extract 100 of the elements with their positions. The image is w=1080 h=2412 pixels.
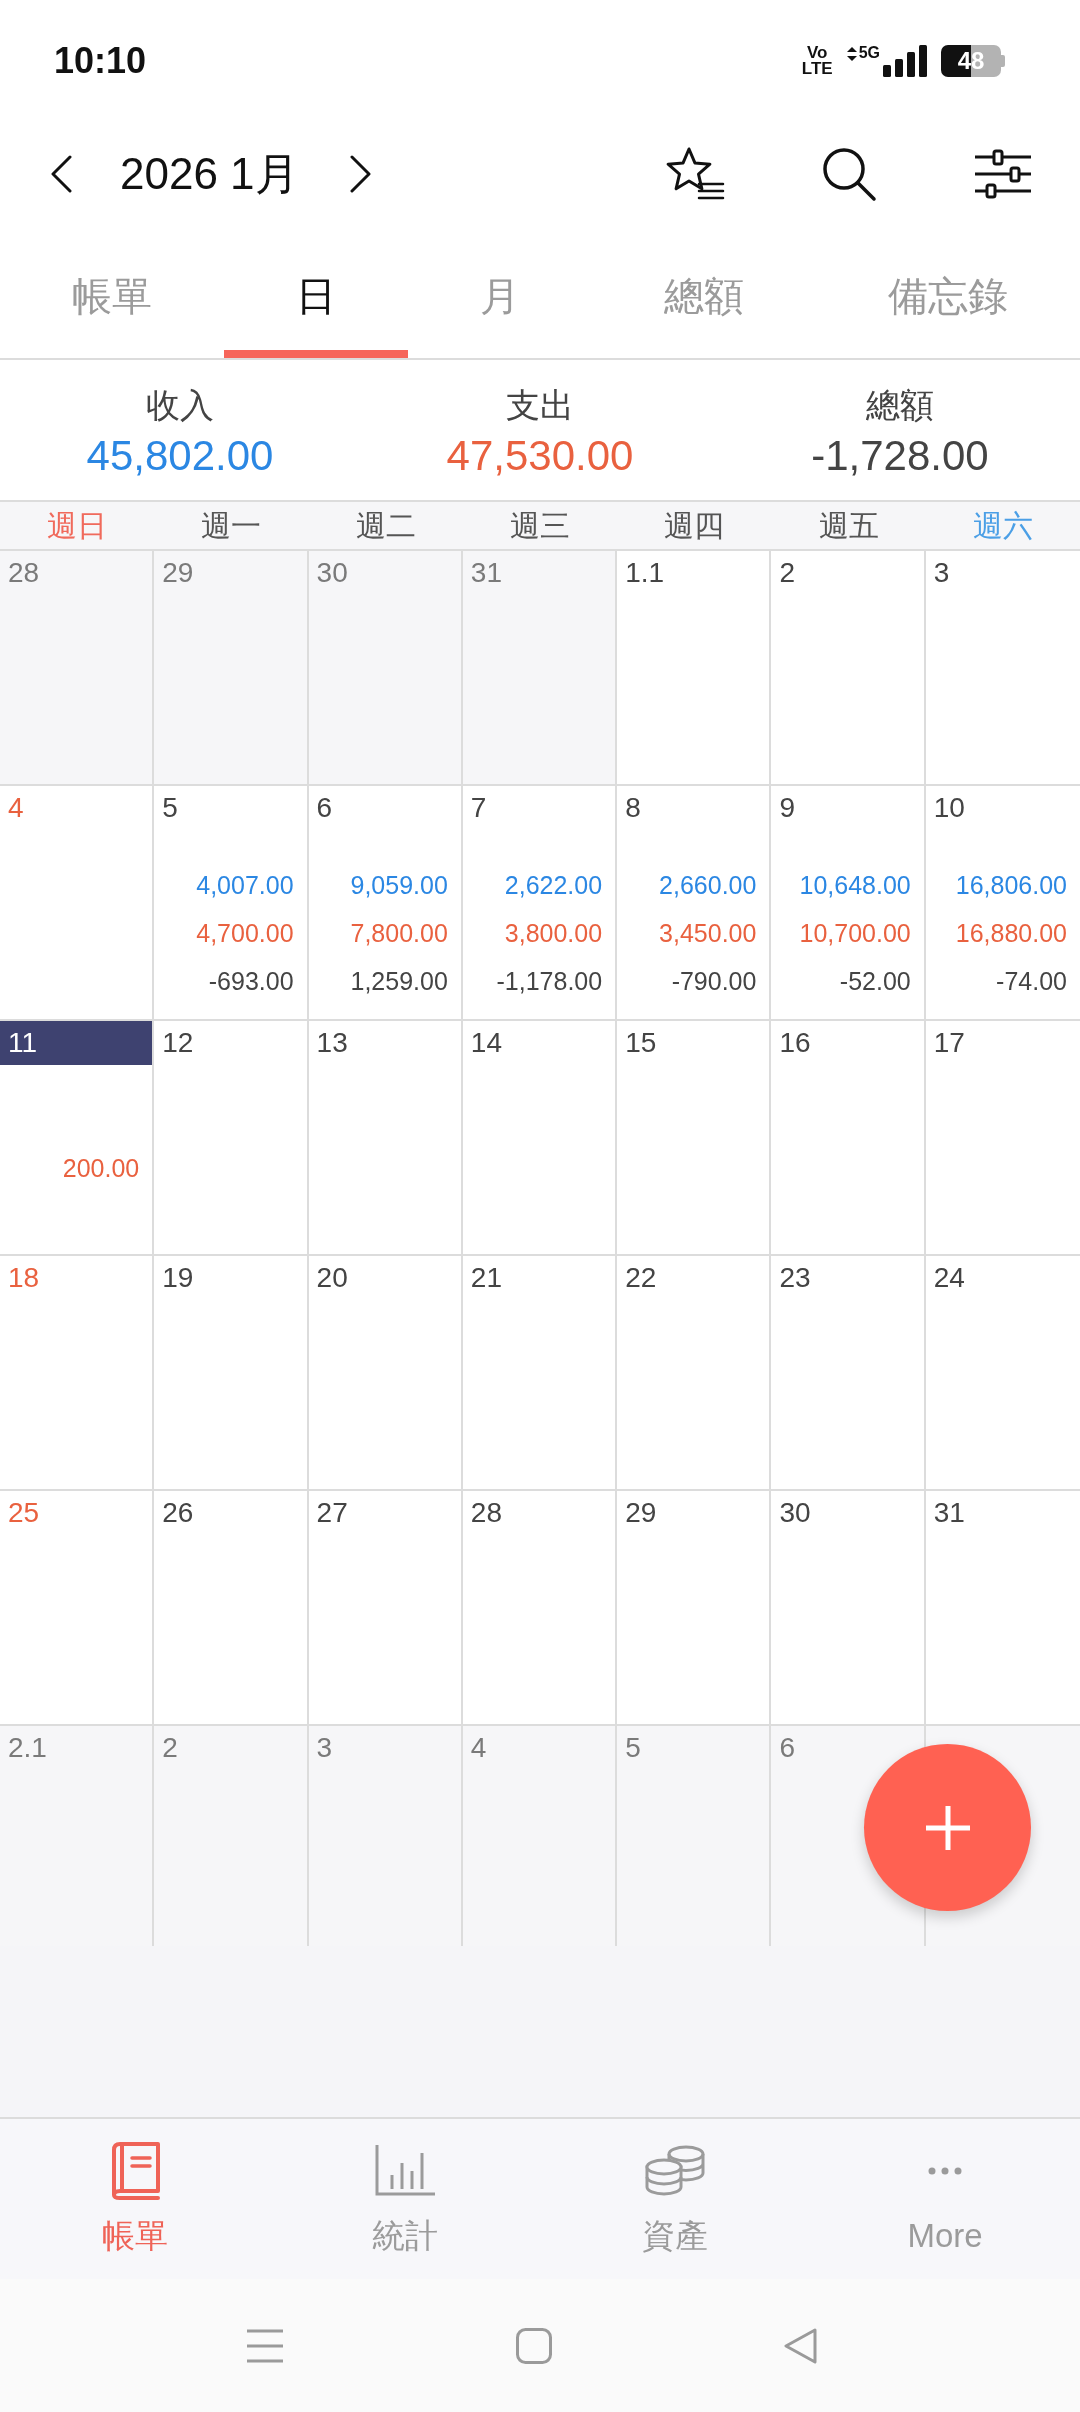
day-cell[interactable]: 31 — [925, 1491, 1080, 1724]
day-number: 19 — [162, 1264, 194, 1292]
day-number: 2 — [779, 559, 795, 587]
filter-button[interactable] — [975, 149, 1031, 199]
search-button[interactable] — [821, 146, 877, 202]
day-cell[interactable]: 5 4,007.00 4,700.00 -693.00 — [154, 786, 309, 1019]
day-cell[interactable]: 17 — [925, 1021, 1080, 1254]
day-number: 13 — [316, 1029, 348, 1057]
day-number: 10 — [933, 794, 965, 822]
volte-label: Vo LTE — [801, 45, 833, 77]
balance-amount: -52.00 — [839, 968, 911, 994]
day-cell[interactable]: 29 — [617, 1491, 772, 1724]
day-cell[interactable]: 27 — [308, 1491, 463, 1724]
settings-sliders-icon — [975, 149, 1031, 199]
day-cell[interactable]: 28 — [462, 1491, 618, 1724]
search-icon — [821, 146, 877, 202]
day-number: 26 — [162, 1499, 194, 1527]
day-cell[interactable]: 2 — [771, 551, 926, 784]
day-number: 1.1 — [625, 559, 665, 587]
day-number: 27 — [316, 1499, 348, 1527]
day-number: 31 — [470, 559, 502, 587]
day-number: 30 — [316, 559, 348, 587]
summary-label: 支出 — [506, 385, 574, 426]
day-cell[interactable]: 12 — [154, 1021, 309, 1254]
day-number: 5 — [162, 794, 178, 822]
menu-icon[interactable] — [247, 2328, 283, 2363]
day-cell[interactable]: 13 — [308, 1021, 463, 1254]
summary-label: 總額 — [866, 385, 934, 426]
day-cell[interactable]: 22 — [617, 1256, 772, 1489]
day-number: 23 — [779, 1264, 811, 1292]
day-cell[interactable]: 19 — [154, 1256, 309, 1489]
day-number: 25 — [8, 1499, 40, 1527]
income-amount: 2,660.00 — [659, 872, 757, 898]
weekday-label: 週六 — [972, 510, 1033, 541]
day-number: 22 — [625, 1264, 657, 1292]
day-number: 5 — [625, 1734, 641, 1762]
day-number: 15 — [625, 1029, 657, 1057]
expense-amount: 3,450.00 — [659, 920, 757, 946]
day-cell[interactable]: 16 — [771, 1021, 926, 1254]
expense-amount: 10,700.00 — [799, 920, 911, 946]
day-number: 3 — [316, 1734, 333, 1762]
balance-amount: -1,178.00 — [496, 968, 603, 994]
balance-amount: -74.00 — [996, 968, 1067, 994]
bar-chart-icon — [375, 2145, 435, 2197]
day-cell[interactable]: 21 — [462, 1256, 618, 1489]
day-number: 7 — [470, 794, 487, 822]
summary-value: 45,802.00 — [86, 431, 274, 481]
day-number: 12 — [162, 1029, 194, 1057]
day-cell[interactable]: 3 — [925, 551, 1080, 784]
day-cell[interactable]: 26 — [154, 1491, 309, 1724]
balance-amount: 1,259.00 — [350, 968, 448, 994]
star-list-icon — [665, 146, 725, 202]
signal-icon — [883, 45, 927, 77]
day-number: 31 — [933, 1499, 965, 1527]
day-cell[interactable]: 9 10,648.00 10,700.00 -52.00 — [771, 786, 926, 1019]
weekday-label: 週二 — [355, 510, 416, 541]
expense-amount: 200.00 — [62, 1155, 140, 1181]
previous-month-button[interactable] — [50, 155, 72, 193]
back-triangle-icon[interactable] — [783, 2327, 817, 2364]
income-amount: 2,622.00 — [504, 872, 603, 898]
day-cell[interactable]: 23 — [771, 1256, 926, 1489]
day-cell[interactable]: 6 9,059.00 7,800.00 1,259.00 — [308, 786, 463, 1019]
day-number: 28 — [470, 1499, 502, 1527]
day-number: 2.1 — [8, 1734, 47, 1762]
favorites-button[interactable] — [665, 146, 725, 202]
summary-label: 收入 — [146, 385, 214, 426]
day-cell[interactable]: 1.1 — [617, 551, 772, 784]
day-cell[interactable]: 30 — [771, 1491, 926, 1724]
next-month-button[interactable] — [349, 155, 372, 193]
day-cell[interactable]: 20 — [308, 1256, 463, 1489]
weekday-label: 週一 — [201, 510, 262, 541]
more-dots-icon — [928, 2167, 962, 2175]
day-cell[interactable]: 24 — [925, 1256, 1080, 1489]
day-number: 30 — [779, 1499, 811, 1527]
day-cell[interactable]: 15 — [617, 1021, 772, 1254]
day-cell[interactable]: 8 2,660.00 3,450.00 -790.00 — [617, 786, 772, 1019]
weekday-label: 週五 — [818, 510, 879, 541]
data-arrows-icon — [846, 47, 857, 61]
day-number: 9 — [779, 794, 795, 822]
day-cell[interactable]: 7 2,622.00 3,800.00 -1,178.00 — [462, 786, 618, 1019]
view-tab[interactable]: 日 — [224, 226, 408, 358]
day-number: 8 — [625, 794, 641, 822]
expense-amount: 4,700.00 — [196, 920, 294, 946]
day-number: 3 — [933, 559, 950, 587]
day-number: 18 — [8, 1264, 40, 1292]
summary-value: -1,728.00 — [811, 431, 989, 481]
day-cell[interactable]: 11 200.00 — [0, 1021, 155, 1254]
expense-amount: 7,800.00 — [350, 920, 448, 946]
day-cell[interactable]: 10 16,806.00 16,880.00 -74.00 — [925, 786, 1080, 1019]
home-square-icon[interactable] — [516, 2327, 552, 2364]
weekday-label: 週三 — [510, 510, 570, 541]
day-number: 29 — [162, 559, 194, 587]
status-time: 10:10 — [54, 43, 147, 79]
income-amount: 9,059.00 — [350, 872, 448, 898]
income-amount: 4,007.00 — [196, 872, 294, 898]
day-cell[interactable]: 14 — [462, 1021, 618, 1254]
day-number: 17 — [933, 1029, 965, 1057]
day-number: 28 — [8, 559, 40, 587]
day-number: 29 — [625, 1499, 657, 1527]
balance-amount: -790.00 — [671, 968, 757, 994]
